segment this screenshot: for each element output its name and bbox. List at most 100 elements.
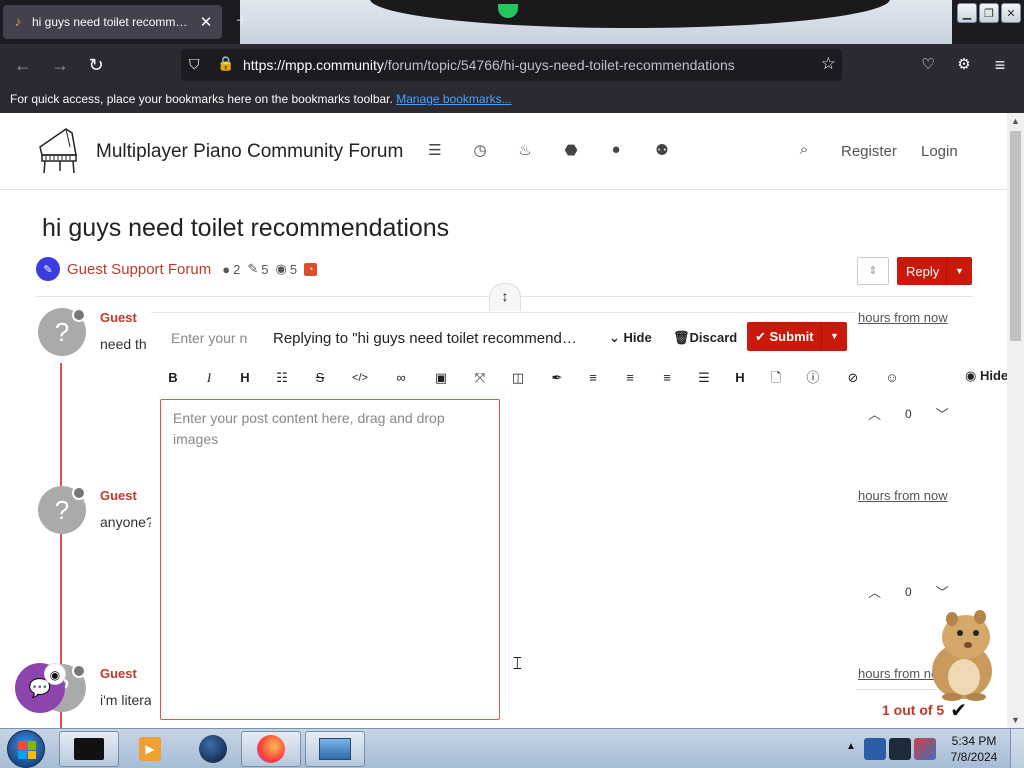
page-scrollbar[interactable]: ▲ ▼: [1007, 113, 1024, 728]
new-tab-icon[interactable]: +: [236, 10, 248, 33]
image-icon[interactable]: ▣: [430, 368, 452, 388]
align-center-icon[interactable]: ≡: [619, 368, 641, 388]
minimize-button[interactable]: ▁: [957, 3, 977, 23]
taskbar-app-globe[interactable]: [183, 731, 243, 767]
taskbar-app-firefox[interactable]: [241, 731, 301, 767]
bold-icon[interactable]: B: [162, 368, 184, 388]
post-author[interactable]: Guest: [100, 488, 137, 503]
code-icon[interactable]: </>: [349, 368, 371, 388]
topic-title: hi guys need toilet recommendations: [42, 214, 450, 242]
browser-tab[interactable]: ♪ hi guys need toilet recommend ✕: [3, 5, 222, 39]
category-link[interactable]: Guest Support Forum: [67, 261, 211, 278]
heading-icon[interactable]: H: [234, 368, 256, 388]
taskbar-app-media[interactable]: ▶: [120, 731, 180, 767]
expand-icon[interactable]: ⤧: [469, 368, 491, 388]
reload-icon[interactable]: ↻: [85, 54, 107, 76]
taskbar-app-viewer[interactable]: [305, 731, 365, 767]
submit-label[interactable]: ✔ Submit: [755, 329, 814, 345]
post-author[interactable]: Guest: [100, 310, 137, 325]
reply-label[interactable]: Reply: [906, 264, 939, 279]
chart-icon[interactable]: ◫: [507, 368, 529, 388]
align-right-icon[interactable]: ≡: [656, 368, 678, 388]
post-content-textarea[interactable]: [161, 400, 499, 719]
resize-handle-icon[interactable]: ↕: [489, 283, 521, 311]
italic-icon[interactable]: I: [198, 368, 220, 388]
clock-time: 5:34 PM: [951, 734, 997, 748]
downvote-icon[interactable]: ﹀: [936, 582, 949, 601]
color-picker-icon[interactable]: ✒: [546, 368, 568, 388]
pocket-icon[interactable]: ♡: [917, 54, 939, 76]
show-desktop-button[interactable]: [1010, 729, 1024, 768]
strikethrough-icon[interactable]: S: [309, 368, 331, 388]
replying-to-label: Replying to "hi guys need toilet recomme…: [273, 330, 585, 347]
scrollbar-thumb[interactable]: [1010, 131, 1021, 341]
rss-icon[interactable]: ◔: [304, 262, 318, 276]
extensions-icon[interactable]: ⚙: [953, 54, 975, 76]
caret-down-icon[interactable]: ▼: [946, 257, 972, 285]
discard-button[interactable]: 🗑Discard: [673, 330, 737, 346]
post-author[interactable]: Guest: [100, 666, 137, 681]
close-tab-icon[interactable]: ✕: [198, 13, 214, 31]
music-note-icon: ♪: [14, 14, 22, 29]
globe-icon: [199, 735, 227, 763]
caret-down-icon[interactable]: ▼: [821, 322, 847, 351]
header-icon[interactable]: H: [729, 368, 751, 388]
composer-title-input[interactable]: Enter your n: [171, 330, 255, 346]
eye-icon[interactable]: ◉: [44, 663, 66, 685]
fire-icon[interactable]: ♨: [515, 141, 535, 161]
list-icon[interactable]: ☰: [425, 141, 445, 161]
address-bar[interactable]: ⛉ 🔒 https://mpp.community/forum/topic/54…: [181, 49, 842, 81]
taskbar-app-terminal[interactable]: [59, 731, 119, 767]
category-icon[interactable]: ✎: [36, 257, 60, 281]
file-icon[interactable]: 🗋: [765, 368, 787, 388]
bookmark-star-icon[interactable]: ☆: [821, 54, 836, 74]
info-icon[interactable]: ⓘ: [802, 368, 824, 388]
restore-button[interactable]: ❐: [979, 3, 999, 23]
post-time[interactable]: hours from now: [858, 310, 948, 325]
site-title[interactable]: Multiplayer Piano Community Forum: [96, 141, 403, 163]
link-icon[interactable]: ∞: [390, 368, 412, 388]
forward-icon[interactable]: →: [49, 54, 71, 76]
tray-monitor-icon[interactable]: [889, 738, 911, 760]
list-icon[interactable]: ☷: [271, 368, 293, 388]
submit-button[interactable]: ✔ Submit ▼: [747, 322, 847, 351]
login-link[interactable]: Login: [921, 143, 958, 160]
piano-logo-icon[interactable]: [36, 125, 80, 175]
scroll-up-icon[interactable]: ▲: [1007, 113, 1024, 129]
tray-network-icon[interactable]: [864, 738, 886, 760]
reply-button[interactable]: Reply ▼: [897, 257, 972, 285]
downvote-icon[interactable]: ﹀: [936, 404, 949, 423]
upvote-icon[interactable]: ︿: [868, 404, 881, 423]
back-icon[interactable]: ←: [12, 54, 34, 76]
url-text[interactable]: https://mpp.community/forum/topic/54766/…: [243, 57, 735, 73]
register-link[interactable]: Register: [841, 143, 897, 160]
sort-button[interactable]: ⇕: [857, 257, 889, 285]
shield-icon[interactable]: ⛉: [189, 56, 200, 73]
user-icon[interactable]: ●: [606, 141, 626, 161]
align-justify-icon[interactable]: ☰: [693, 368, 715, 388]
lock-icon[interactable]: 🔒: [217, 55, 234, 72]
search-icon[interactable]: ⌕: [794, 141, 814, 161]
manage-bookmarks-link[interactable]: Manage bookmarks...: [396, 92, 511, 106]
scroll-down-icon[interactable]: ▼: [1007, 712, 1024, 728]
hide-preview-button[interactable]: ◉ Hide: [965, 368, 1008, 384]
clock-icon[interactable]: ◷: [470, 141, 490, 161]
emoji-icon[interactable]: ☺: [881, 368, 903, 388]
topic-meta: ✎ Guest Support Forum ● 2 ✎ 5 ◉ 5 ◔: [36, 257, 318, 281]
system-clock[interactable]: 5:34 PM 7/8/2024: [948, 733, 1000, 765]
post-time[interactable]: hours from now: [858, 488, 948, 503]
upvote-icon[interactable]: ︿: [868, 582, 881, 601]
users-icon[interactable]: ⚉: [652, 141, 672, 161]
vote-count: 0: [905, 406, 912, 421]
post-editor[interactable]: [160, 399, 500, 720]
hide-preview-icon[interactable]: ⊘: [842, 368, 864, 388]
tray-expand-icon[interactable]: ▲: [846, 741, 856, 752]
tray-app-icon[interactable]: [914, 738, 936, 760]
tags-icon[interactable]: ⬣: [561, 141, 581, 161]
menu-icon[interactable]: ≡: [989, 54, 1011, 76]
post-position[interactable]: 1 out of 5: [882, 702, 944, 718]
align-left-icon[interactable]: ≡: [582, 368, 604, 388]
close-window-button[interactable]: ✕: [1001, 3, 1021, 23]
hide-composer-button[interactable]: ⌄ Hide: [609, 330, 652, 346]
start-button[interactable]: [7, 730, 45, 768]
